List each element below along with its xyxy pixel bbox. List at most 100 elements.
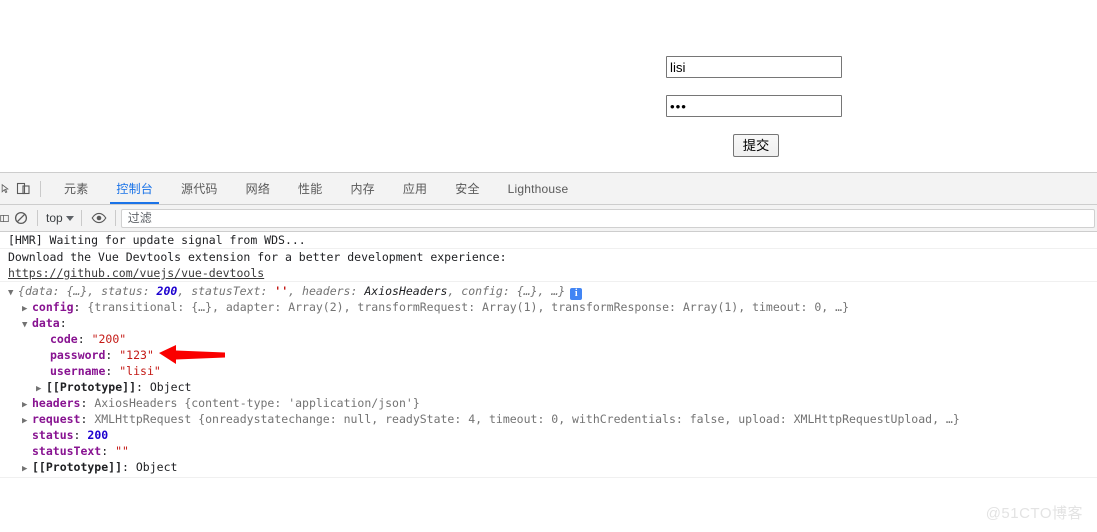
property-separator: :: [73, 300, 88, 314]
property-value: "": [115, 444, 129, 458]
filterbar-divider-3: [114, 210, 116, 226]
username-field-row: [666, 56, 846, 78]
property-separator: :: [80, 396, 95, 410]
console-output[interactable]: [HMR] Waiting for update signal from WDS…: [0, 232, 1097, 532]
summary-colon: :: [502, 284, 517, 298]
summary-comma: ,: [537, 284, 552, 298]
summary-colon: :: [142, 284, 157, 298]
tab-elements[interactable]: 元素: [50, 173, 102, 204]
console-message-hmr: [HMR] Waiting for update signal from WDS…: [0, 232, 1097, 249]
summary-comma: ,: [87, 284, 102, 298]
property-value: {transitional: {…}, adapter: Array(2), t…: [87, 300, 850, 314]
object-summary-line[interactable]: ▼ {data: {…}, status: 200, statusText: ''…: [8, 283, 1097, 301]
property-separator: :: [136, 380, 150, 394]
filterbar-divider-1: [37, 210, 38, 226]
console-message-text: Download the Vue Devtools extension for …: [8, 250, 507, 264]
tab-network[interactable]: 网络: [232, 173, 284, 204]
property-key: password: [50, 348, 106, 362]
console-message-vue-devtools: Download the Vue Devtools extension for …: [0, 249, 1097, 282]
tree-row-data-password[interactable]: password: "123": [8, 347, 1097, 363]
sidebar-toggle-icon[interactable]: [0, 205, 9, 231]
password-input[interactable]: [666, 95, 842, 117]
tab-application[interactable]: 应用: [389, 173, 441, 204]
tree-row-status[interactable]: ▶status: 200: [8, 427, 1097, 443]
tree-row-data-username[interactable]: username: "lisi": [8, 363, 1097, 379]
property-separator: :: [105, 364, 120, 378]
property-value: Object: [149, 380, 192, 394]
property-value: "200": [91, 332, 127, 346]
devtools-tabbar: 元素 控制台 源代码 网络 性能 内存 应用 安全 Lighthouse: [0, 173, 1097, 205]
username-input[interactable]: [666, 56, 842, 78]
triangle-collapsed-icon[interactable]: ▶: [22, 461, 32, 477]
summary-key-config: config: [461, 284, 503, 298]
summary-colon: :: [52, 284, 67, 298]
summary-comma: ,: [447, 284, 462, 298]
property-key: [[Prototype]]: [32, 460, 123, 474]
tree-row-data-prototype[interactable]: ▶ [[Prototype]]: Object: [8, 379, 1097, 395]
console-context-selector[interactable]: top: [43, 211, 77, 225]
property-value: Object: [135, 460, 178, 474]
tree-row-data-code[interactable]: code: "200": [8, 331, 1097, 347]
chevron-down-icon: [65, 216, 74, 221]
tab-lighthouse[interactable]: Lighthouse: [494, 173, 583, 204]
summary-open-brace: {: [18, 284, 25, 298]
tab-security[interactable]: 安全: [441, 173, 493, 204]
device-toolbar-icon[interactable]: [10, 173, 36, 204]
eye-icon[interactable]: [87, 205, 111, 231]
devtools-panel: 元素 控制台 源代码 网络 性能 内存 应用 安全 Lighthouse top…: [0, 172, 1097, 532]
summary-value-statustext: '': [274, 284, 289, 298]
tree-row-headers[interactable]: ▶ headers: AxiosHeaders {content-type: 'a…: [8, 395, 1097, 411]
property-key: code: [50, 332, 78, 346]
clear-console-icon[interactable]: [9, 205, 33, 231]
property-value: "lisi": [119, 364, 161, 378]
triangle-expanded-icon[interactable]: ▼: [8, 285, 18, 301]
devtools-toolbar-icons: [0, 173, 46, 204]
property-value: AxiosHeaders {content-type: 'application…: [94, 396, 420, 410]
summary-value-config: {…}: [516, 284, 538, 298]
summary-colon: :: [260, 284, 275, 298]
property-key: statusText: [32, 444, 102, 458]
console-filter-toolbar: top: [0, 205, 1097, 232]
summary-key-data: data: [24, 284, 53, 298]
property-value: 200: [87, 428, 109, 442]
tree-row-data[interactable]: ▼ data:: [8, 315, 1097, 331]
devtools-tabs: 元素 控制台 源代码 网络 性能 内存 应用 安全 Lighthouse: [50, 173, 582, 204]
property-separator: :: [105, 348, 120, 362]
tab-memory[interactable]: 内存: [336, 173, 388, 204]
vue-devtools-link[interactable]: https://github.com/vuejs/vue-devtools: [8, 266, 264, 280]
inspect-element-icon[interactable]: [0, 173, 10, 204]
property-separator: :: [122, 460, 136, 474]
property-value: XMLHttpRequest {onreadystatechange: null…: [94, 412, 960, 426]
property-key: data: [32, 316, 60, 330]
console-message-text: [HMR] Waiting for update signal from WDS…: [8, 233, 306, 247]
tree-row-statustext[interactable]: ▶statusText: "": [8, 443, 1097, 459]
triangle-expanded-icon[interactable]: ▼: [22, 317, 32, 333]
property-key: config: [32, 300, 74, 314]
tree-row-root-prototype[interactable]: ▶ [[Prototype]]: Object: [8, 459, 1097, 475]
property-separator: :: [59, 316, 67, 330]
tab-sources[interactable]: 源代码: [167, 173, 232, 204]
property-key: username: [50, 364, 106, 378]
submit-button[interactable]: 提交: [732, 134, 780, 157]
property-key: request: [32, 412, 81, 426]
summary-value-status: 200: [156, 284, 178, 298]
web-page-area: 提交: [0, 0, 1097, 172]
tree-row-request[interactable]: ▶ request: XMLHttpRequest {onreadystatech…: [8, 411, 1097, 427]
property-key: status: [32, 428, 74, 442]
tab-performance[interactable]: 性能: [284, 173, 336, 204]
property-separator: :: [73, 428, 88, 442]
summary-ellipsis: …}: [551, 284, 566, 298]
tree-row-config[interactable]: ▶ config: {transitional: {…}, adapter: Ar…: [8, 299, 1097, 315]
tab-console[interactable]: 控制台: [102, 173, 167, 204]
console-filter-input[interactable]: [120, 208, 1095, 228]
property-value: "123": [119, 348, 154, 362]
vue-devtools-link-line: https://github.com/vuejs/vue-devtools: [8, 265, 1097, 281]
console-context-label: top: [46, 211, 63, 225]
submit-row: 提交: [666, 134, 846, 157]
login-form: 提交: [666, 56, 846, 157]
summary-key-headers: headers: [302, 284, 351, 298]
property-separator: :: [101, 444, 116, 458]
summary-value-data: {…}: [66, 284, 88, 298]
summary-comma: ,: [177, 284, 192, 298]
property-separator: :: [80, 412, 95, 426]
